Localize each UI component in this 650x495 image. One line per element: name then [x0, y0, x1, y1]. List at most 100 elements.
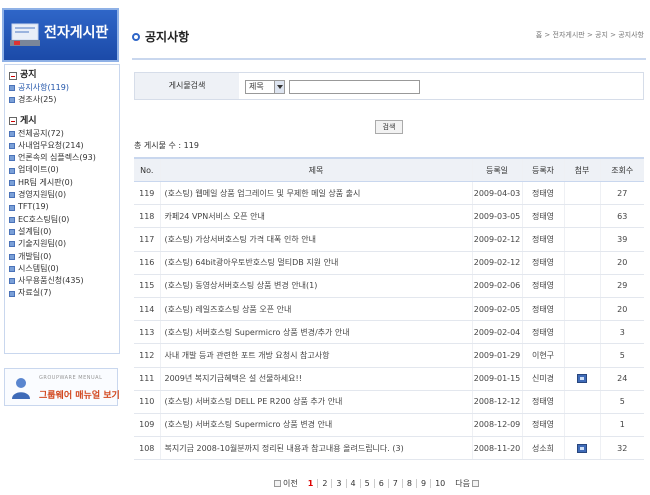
menu-item-supplies[interactable]: 사무용품신청(435) — [9, 275, 119, 287]
search-button[interactable]: 검색 — [375, 120, 403, 134]
page-number-link[interactable]: 8 — [401, 479, 416, 488]
menu-item-press[interactable]: 언론속의 심플렉스(93) — [9, 152, 119, 164]
row-number: 115 — [134, 274, 160, 298]
menu-item-tft[interactable]: TFT(19) — [9, 201, 119, 213]
post-count: 총 게시물 수 : 119 — [134, 141, 199, 150]
menu-item-tech-support[interactable]: 기술지원팀(0) — [9, 238, 119, 250]
row-attachment — [563, 413, 600, 438]
row-date: 2009-03-05 — [471, 204, 522, 229]
menu-item-dev[interactable]: 개발팀(0) — [9, 251, 119, 263]
row-subject-link[interactable]: 사내 개발 등과 관련한 포트 개방 요청시 참고사항 — [159, 343, 472, 368]
menu-item-label: 전체공지(72) — [18, 128, 64, 138]
row-number: 114 — [134, 297, 160, 322]
row-number: 119 — [134, 181, 160, 206]
table-row[interactable]: 110 (호스팅) 서버호스팅 DELL PE R200 상품 추가 안내 2008… — [134, 390, 644, 414]
menu-item-update[interactable]: 업데이트(0) — [9, 164, 119, 176]
page-number-link[interactable]: 1 — [304, 479, 318, 488]
page-number-link[interactable]: 9 — [415, 479, 430, 488]
board-brand-banner[interactable]: 전자게시판 — [2, 8, 119, 62]
groupware-manual-banner[interactable]: GROUPWARE MENUAL 그룹웨어 매뉴얼 보기 — [4, 368, 120, 406]
row-author: 정태영 — [521, 274, 564, 298]
menu-item-label: 기술지원팀(0) — [18, 239, 67, 249]
row-subject-link[interactable]: (호스팅) 가상서버호스팅 가격 대폭 인하 안내 — [159, 227, 472, 252]
row-author: 정태영 — [521, 181, 564, 206]
page-number-link[interactable]: 2 — [317, 479, 331, 488]
post-table: No. 제목 등록일 등록자 첨부 조회수 119 (호스팅) 웹메일 상품 업그… — [134, 157, 644, 461]
page-number-link[interactable]: 4 — [345, 479, 360, 488]
page-number-link[interactable]: 5 — [359, 479, 374, 488]
attachment-icon[interactable] — [577, 443, 587, 453]
bullet-icon — [9, 241, 15, 248]
row-subject-link[interactable]: 카페24 VPN서비스 오픈 안내 — [159, 204, 472, 229]
row-subject-link[interactable]: (호스팅) 웹메일 상품 업그레이드 및 무제한 메일 상품 출시 — [159, 181, 472, 206]
table-row[interactable]: 115 (호스팅) 동영상서버호스팅 상품 변경 안내(1) 2009-02-06 정… — [134, 274, 644, 298]
row-subject-link[interactable]: 2009년 복지기금혜택은 설 선물하세요!! — [159, 367, 472, 391]
folder-icon — [9, 117, 17, 126]
row-number: 117 — [134, 227, 160, 252]
menu-item-archive[interactable]: 자료실(7) — [9, 287, 119, 299]
menu-item-all-notice[interactable]: 전체공지(72) — [9, 128, 119, 140]
row-author: 정태영 — [521, 251, 564, 275]
page-number-link[interactable]: 7 — [387, 479, 402, 488]
row-author: 신미경 — [521, 367, 564, 391]
brand-title: 전자게시판 — [44, 25, 109, 41]
user-icon — [12, 378, 30, 399]
prev-arrow-icon[interactable] — [274, 480, 281, 487]
table-row[interactable]: 111 2009년 복지기금혜택은 설 선물하세요!! 2009-01-15 신미경 2… — [134, 367, 644, 391]
attachment-icon[interactable] — [577, 374, 587, 384]
search-bar: 게시물검색 제목 — [134, 72, 644, 100]
board-icon — [10, 23, 40, 46]
row-number: 109 — [134, 413, 160, 438]
row-attachment — [563, 204, 600, 229]
next-arrow-icon[interactable] — [471, 480, 479, 487]
row-subject-link[interactable]: (호스팅) 서버호스팅 Supermicro 상품 변경/추가 안내 — [159, 320, 472, 345]
row-subject-link[interactable]: (호스팅) 서버호스팅 DELL PE R200 상품 추가 안내 — [159, 390, 472, 414]
row-date: 2009-02-06 — [471, 274, 522, 298]
menu-item-work-request[interactable]: 사내업무요청(214) — [9, 140, 119, 152]
menu-item-notice[interactable]: 공지사항(119) — [9, 82, 119, 94]
prev-page-link[interactable]: 이전 — [283, 478, 298, 489]
search-input[interactable] — [289, 80, 420, 94]
page-title-text: 공지사항 — [145, 30, 190, 44]
menu-item-system[interactable]: 시스템팀(0) — [9, 263, 119, 275]
page-number-link[interactable]: 6 — [373, 479, 388, 488]
menu-item-ec-hosting[interactable]: EC호스팅팀(0) — [9, 214, 119, 226]
table-row[interactable]: 119 (호스팅) 웹메일 상품 업그레이드 및 무제한 메일 상품 출시 2009… — [134, 181, 644, 206]
row-number: 110 — [134, 390, 160, 414]
bullet-icon — [9, 143, 15, 150]
search-field-select[interactable]: 제목 — [245, 80, 285, 94]
menu-item-label: 개발팀(0) — [18, 251, 52, 261]
table-row[interactable]: 117 (호스팅) 가상서버호스팅 가격 대폭 인하 안내 2009-02-12 정태… — [134, 227, 644, 252]
row-subject-link[interactable]: (호스팅) 레일즈호스팅 상품 오픈 안내 — [159, 297, 472, 322]
chevron-down-icon — [274, 81, 284, 93]
menu-item-hr[interactable]: HR팀 게시판(0) — [9, 177, 119, 189]
banner-label: 그룹웨어 매뉴얼 보기 — [39, 391, 120, 401]
menu-item-design[interactable]: 설계팀(0) — [9, 226, 119, 238]
row-subject-link[interactable]: (호스팅) 서버호스팅 Supermicro 상품 변경 안내 — [159, 413, 472, 438]
row-subject-link[interactable]: (호스팅) 동영상서버호스팅 상품 변경 안내(1) — [159, 274, 472, 298]
row-date: 2009-02-12 — [471, 227, 522, 252]
table-row[interactable]: 116 (호스팅) 64bit광아우토반호스팅 멀티DB 지원 안내 2009-02… — [134, 251, 644, 275]
row-date: 2009-02-12 — [471, 251, 522, 275]
page-number-link[interactable]: 10 — [430, 479, 449, 488]
table-row[interactable]: 113 (호스팅) 서버호스팅 Supermicro 상품 변경/추가 안내 200… — [134, 320, 644, 345]
breadcrumb: 홈 > 전자게시판 > 공지 > 공지사항 — [535, 31, 644, 39]
row-subject-link[interactable]: 복지기금 2008-10월분까지 정리된 내용과 참고내용 올려드립니다. (3… — [159, 436, 472, 461]
table-row[interactable]: 109 (호스팅) 서버호스팅 Supermicro 상품 변경 안내 2008-1… — [134, 413, 644, 438]
menu-item-label: 자료실(7) — [18, 288, 52, 298]
page-number-link[interactable]: 3 — [331, 479, 345, 488]
next-page-link[interactable]: 다음 — [455, 478, 470, 489]
banner-caption: GROUPWARE MENUAL — [39, 375, 103, 381]
menu-item-management[interactable]: 경영지원팀(0) — [9, 189, 119, 201]
table-row[interactable]: 118 카페24 VPN서비스 오픈 안내 2009-03-05 정태영 63 — [134, 204, 644, 229]
section-notice: 공지 — [9, 69, 119, 82]
menu-item-label: 설계팀(0) — [18, 226, 52, 236]
bullet-icon — [9, 167, 15, 174]
menu-item-events[interactable]: 경조사(25) — [9, 94, 119, 106]
row-subject-link[interactable]: (호스팅) 64bit광아우토반호스팅 멀티DB 지원 안내 — [159, 251, 472, 275]
table-row[interactable]: 114 (호스팅) 레일즈호스팅 상품 오픈 안내 2009-02-05 정태영 20 — [134, 297, 644, 322]
table-row[interactable]: 108 복지기금 2008-10월분까지 정리된 내용과 참고내용 올려드립니다.… — [134, 436, 644, 461]
row-views: 29 — [599, 274, 644, 298]
table-row[interactable]: 112 사내 개발 등과 관련한 포트 개방 요청시 참고사항 2009-01-29… — [134, 343, 644, 368]
bullet-icon — [9, 179, 15, 186]
